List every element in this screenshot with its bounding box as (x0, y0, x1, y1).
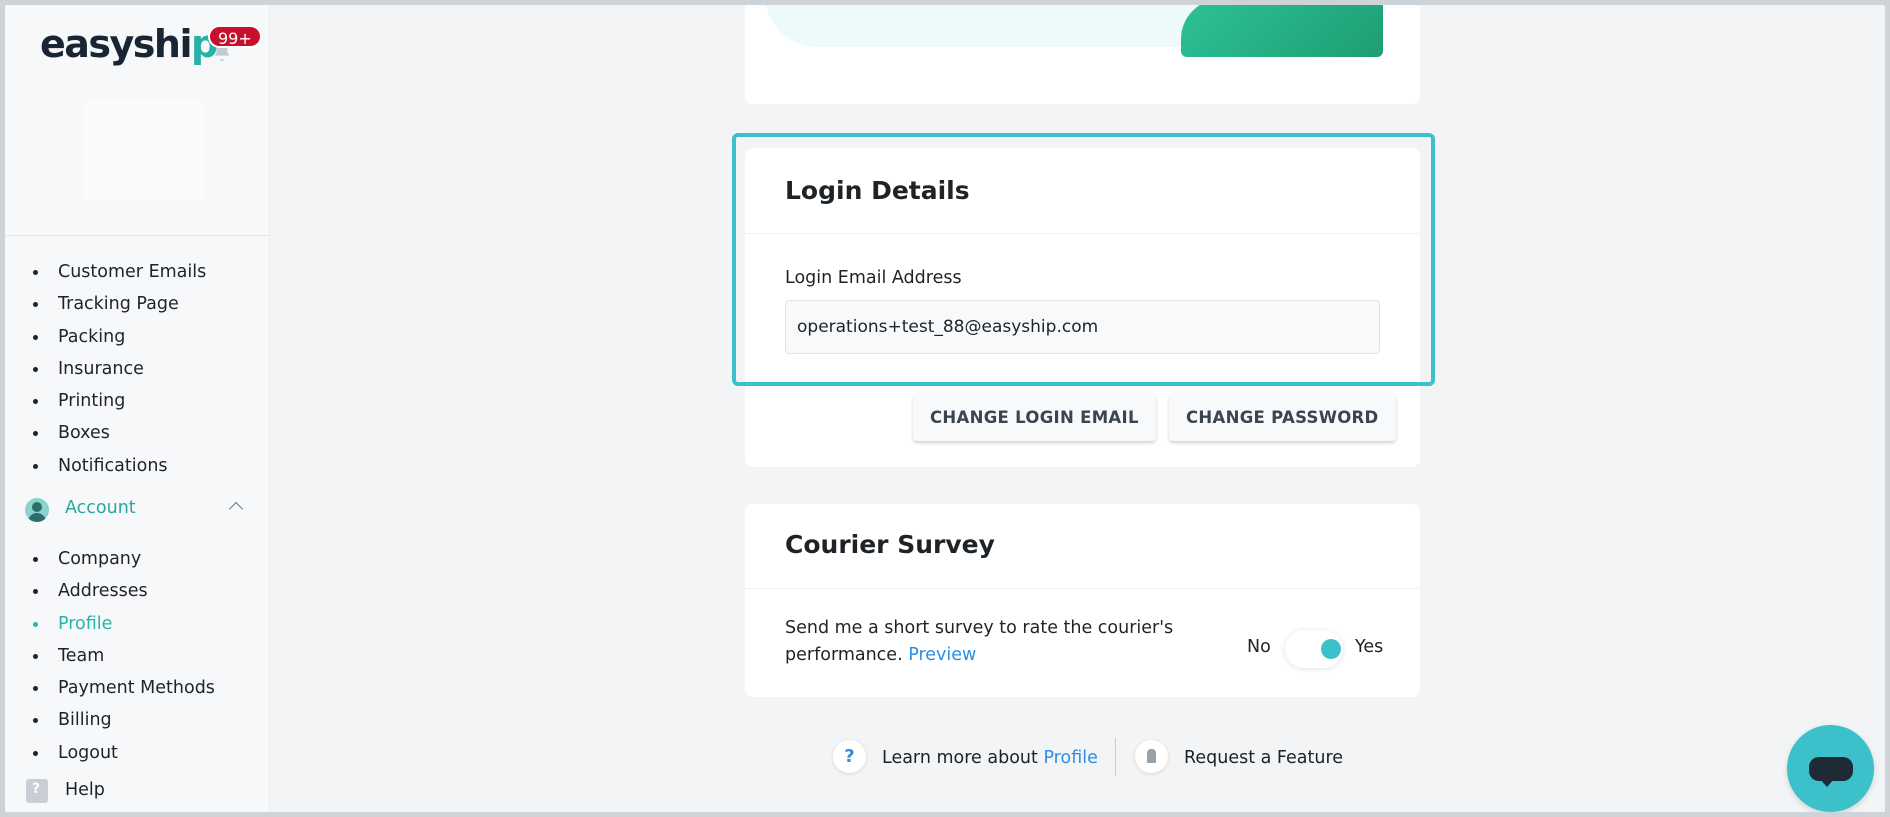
help-label: Help (65, 780, 105, 800)
change-password-button[interactable]: CHANGE PASSWORD (1169, 393, 1396, 441)
learn-more-prefix: Learn more about (882, 748, 1038, 768)
learn-more-text: Learn more about Profile (882, 748, 1098, 768)
account-icon (25, 498, 49, 522)
logo-text: easyshi (40, 22, 193, 66)
promo-button[interactable] (1181, 5, 1383, 57)
sidebar-divider (5, 235, 270, 236)
courier-survey-title: Courier Survey (785, 530, 995, 559)
login-details-card: Login Details Login Email Address CHANGE… (745, 148, 1420, 467)
sidebar-banner (83, 100, 205, 200)
easyship-logo[interactable]: easyship (40, 22, 218, 66)
sidebar-item-boxes[interactable]: Boxes (5, 417, 270, 449)
feature-request-icon[interactable] (1135, 740, 1168, 773)
help-icon (26, 779, 48, 803)
promo-card (745, 5, 1420, 104)
sidebar-item-payment-methods[interactable]: Payment Methods (5, 672, 270, 704)
login-details-title: Login Details (785, 176, 970, 205)
notification-badge[interactable]: 99+ (208, 25, 262, 48)
sidebar: easyship 99+ Customer Emails Tracking Pa… (5, 5, 270, 812)
survey-toggle[interactable] (1285, 630, 1343, 668)
sidebar-item-printing[interactable]: Printing (5, 385, 270, 417)
sidebar-item-customer-emails[interactable]: Customer Emails (5, 256, 270, 288)
sidebar-item-insurance[interactable]: Insurance (5, 353, 270, 385)
sidebar-item-team[interactable]: Team (5, 640, 270, 672)
sidebar-item-tracking-page[interactable]: Tracking Page (5, 288, 270, 320)
footer-divider (1115, 738, 1116, 776)
survey-description-text: Send me a short survey to rate the couri… (785, 618, 1174, 665)
courier-survey-card: Courier Survey Send me a short survey to… (745, 504, 1420, 697)
toggle-no-label: No (1247, 637, 1271, 657)
preview-link[interactable]: Preview (908, 645, 976, 665)
settings-nav-list: Customer Emails Tracking Page Packing In… (5, 256, 270, 482)
card-divider (745, 233, 1420, 234)
request-feature-link[interactable]: Request a Feature (1184, 748, 1343, 768)
login-email-field[interactable] (785, 300, 1380, 354)
sidebar-item-notifications[interactable]: Notifications (5, 450, 270, 482)
survey-description: Send me a short survey to rate the couri… (785, 615, 1205, 669)
card-divider (745, 588, 1420, 589)
sidebar-item-logout[interactable]: Logout (5, 737, 270, 769)
sidebar-item-help[interactable]: Help (5, 775, 270, 807)
account-nav-list: Company Addresses Profile Team Payment M… (5, 543, 270, 769)
sidebar-item-company[interactable]: Company (5, 543, 270, 575)
sidebar-section-account[interactable]: Account (5, 492, 270, 528)
change-login-email-button[interactable]: CHANGE LOGIN EMAIL (913, 393, 1156, 441)
chevron-up-icon[interactable] (228, 501, 244, 517)
learn-more-profile-link[interactable]: Profile (1043, 748, 1097, 768)
sidebar-item-billing[interactable]: Billing (5, 704, 270, 736)
app-frame: easyship 99+ Customer Emails Tracking Pa… (5, 5, 1885, 812)
sidebar-item-addresses[interactable]: Addresses (5, 575, 270, 607)
sidebar-section-label: Account (65, 498, 136, 518)
sidebar-item-packing[interactable]: Packing (5, 321, 270, 353)
chat-icon[interactable] (1787, 725, 1874, 812)
page-footer: ? Learn more about Profile Request a Fea… (833, 735, 1353, 779)
toggle-knob (1321, 639, 1341, 659)
question-icon[interactable]: ? (833, 740, 866, 773)
toggle-yes-label: Yes (1355, 637, 1384, 657)
sidebar-item-profile[interactable]: Profile (5, 608, 270, 640)
login-email-label: Login Email Address (785, 268, 962, 288)
